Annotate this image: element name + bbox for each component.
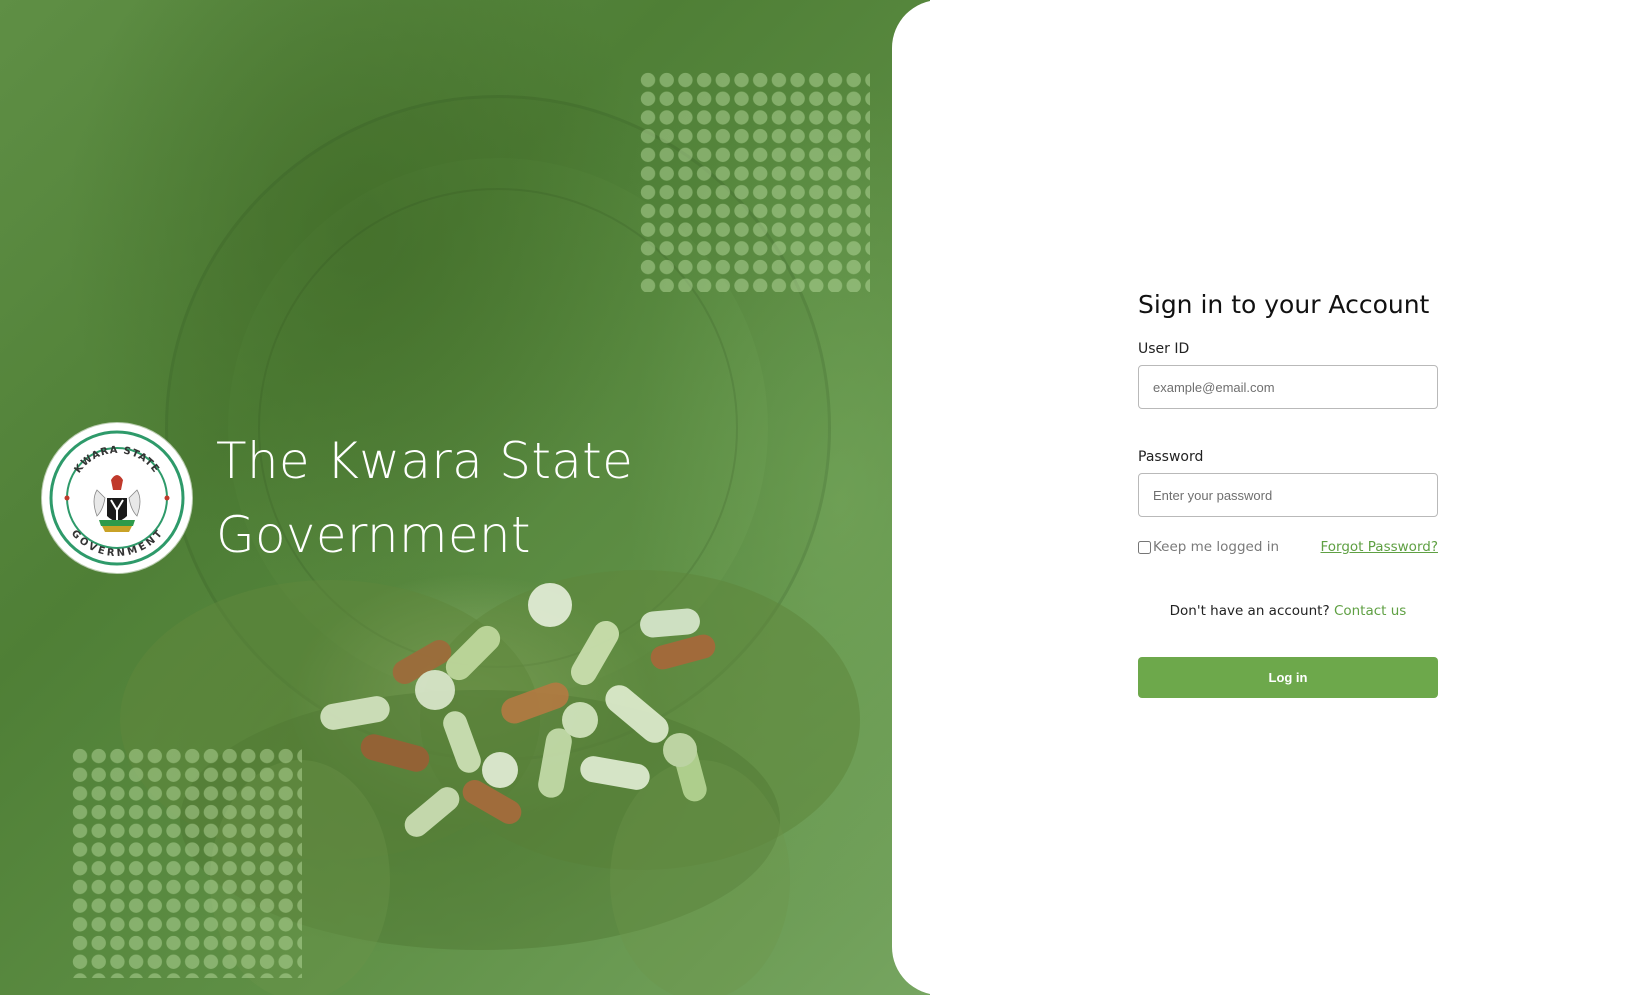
contact-us-link[interactable]: Contact us: [1334, 603, 1406, 619]
hero-panel: KWARA STATE GOVERNMENT The Kwara State G…: [0, 0, 930, 995]
keep-logged-in-option[interactable]: Keep me logged in: [1138, 539, 1279, 555]
login-form: Sign in to your Account User ID Password…: [1138, 290, 1438, 698]
government-title-line2: Government: [216, 506, 531, 564]
user-id-label: User ID: [1138, 341, 1190, 357]
password-input[interactable]: [1138, 473, 1438, 517]
decorative-dot-grid-bottom: [72, 748, 302, 978]
forgot-password-link[interactable]: Forgot Password?: [1321, 539, 1439, 555]
keep-logged-in-checkbox[interactable]: [1138, 540, 1151, 554]
no-account-row: Don't have an account? Contact us: [1138, 603, 1438, 619]
decorative-dot-grid-top: [640, 72, 870, 292]
government-title: The Kwara State Government: [216, 424, 636, 572]
keep-logged-in-label: Keep me logged in: [1153, 539, 1280, 555]
login-panel: Sign in to your Account User ID Password…: [892, 0, 1639, 995]
login-options-row: Keep me logged in Forgot Password?: [1138, 539, 1438, 555]
password-label: Password: [1138, 449, 1204, 465]
government-title-line1: The Kwara State: [216, 432, 634, 490]
login-button[interactable]: Log in: [1138, 657, 1438, 698]
user-id-input[interactable]: [1138, 365, 1438, 409]
brand-block: KWARA STATE GOVERNMENT The Kwara State G…: [42, 423, 636, 573]
no-account-text: Don't have an account?: [1169, 603, 1330, 619]
kwara-state-seal-icon: KWARA STATE GOVERNMENT: [42, 423, 192, 573]
login-page: KWARA STATE GOVERNMENT The Kwara State G…: [0, 0, 1639, 995]
sign-in-heading: Sign in to your Account: [1138, 290, 1430, 319]
